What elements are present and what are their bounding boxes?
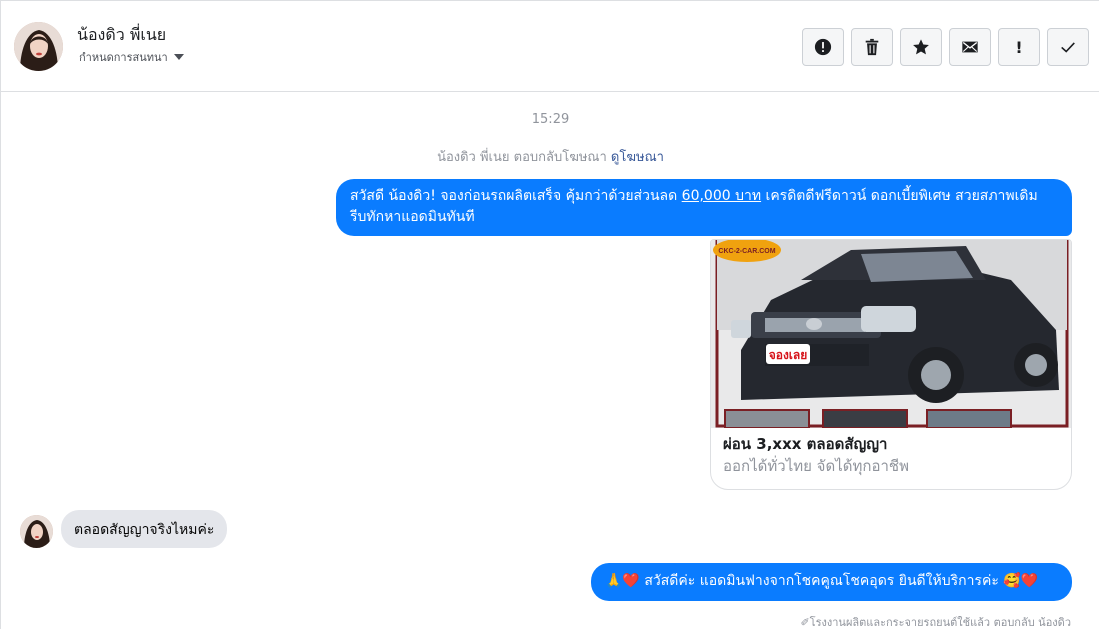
message-timestamp: 15:29 — [531, 112, 570, 127]
conversation-header: น้องดิว พี่เนย กำหนดการสนทนา ! — [1, 1, 1099, 92]
message-text: สวัสดี น้องดิว! จองก่อนรถผลิตเสร็จ คุ้มก… — [350, 188, 682, 204]
caret-down-icon — [173, 54, 184, 60]
trash-icon — [865, 38, 879, 56]
outgoing-message-2[interactable]: 🙏❤️ สวัสดีค่ะ แอดมินฟางจากโชคคูณโชคอุดร … — [591, 563, 1072, 601]
ad-description: ออกได้ทั่วไทย จัดได้ทุกอาชีพ — [723, 457, 909, 475]
ad-reply-text: น้องดิว พี่เนย ตอบกลับโฆษณา — [437, 150, 607, 165]
alert-circle-icon — [814, 38, 832, 56]
star-icon — [913, 39, 929, 55]
mark-unread-button[interactable] — [949, 28, 991, 66]
ad-title: ผ่อน 3,xxx ตลอดสัญญา — [723, 435, 888, 453]
incoming-message[interactable]: ตลอดสัญญาจริงไหมค่ะ — [61, 510, 228, 548]
discount-highlight: 60,000 บาท — [681, 188, 762, 204]
star-button[interactable] — [900, 28, 942, 66]
ad-card[interactable]: CKC-2-CAR.COM จองเลย ผ่อน 3,xxx ตลอดสัญญ… — [710, 239, 1072, 490]
view-ad-link[interactable]: ดูโฆษณา — [611, 150, 664, 165]
avatar[interactable] — [14, 22, 63, 71]
delete-button[interactable] — [851, 28, 893, 66]
conversation-settings-dropdown[interactable]: กำหนดการสนทนา — [79, 48, 184, 66]
action-toolbar: ! — [802, 28, 1089, 66]
important-button[interactable]: ! — [998, 28, 1040, 66]
ad-reply-note: น้องดิว พี่เนย ตอบกลับโฆษณา ดูโฆษณา — [1, 146, 1099, 167]
done-button[interactable] — [1047, 28, 1089, 66]
reply-attribution: ✐โรงงานผลิตและกระจายรถยนต์ใช้แล้ว ตอบกลั… — [800, 616, 1071, 629]
messenger-window: น้องดิว พี่เนย กำหนดการสนทนา ! 15:29 น้อ… — [0, 0, 1099, 629]
envelope-icon — [962, 41, 978, 53]
report-button[interactable] — [802, 28, 844, 66]
conversation-settings-label: กำหนดการสนทนา — [79, 51, 168, 64]
checkmark-icon — [1061, 42, 1075, 53]
ad-stamp-text: จองเลย — [769, 348, 808, 362]
ad-image: CKC-2-CAR.COM จองเลย — [711, 240, 1071, 429]
contact-name[interactable]: น้องดิว พี่เนย — [77, 23, 166, 48]
outgoing-message[interactable]: สวัสดี น้องดิว! จองก่อนรถผลิตเสร็จ คุ้มก… — [336, 179, 1072, 236]
ad-badge-text: CKC-2-CAR.COM — [718, 248, 775, 255]
exclamation-icon: ! — [1015, 37, 1023, 57]
sender-avatar[interactable] — [20, 515, 53, 548]
